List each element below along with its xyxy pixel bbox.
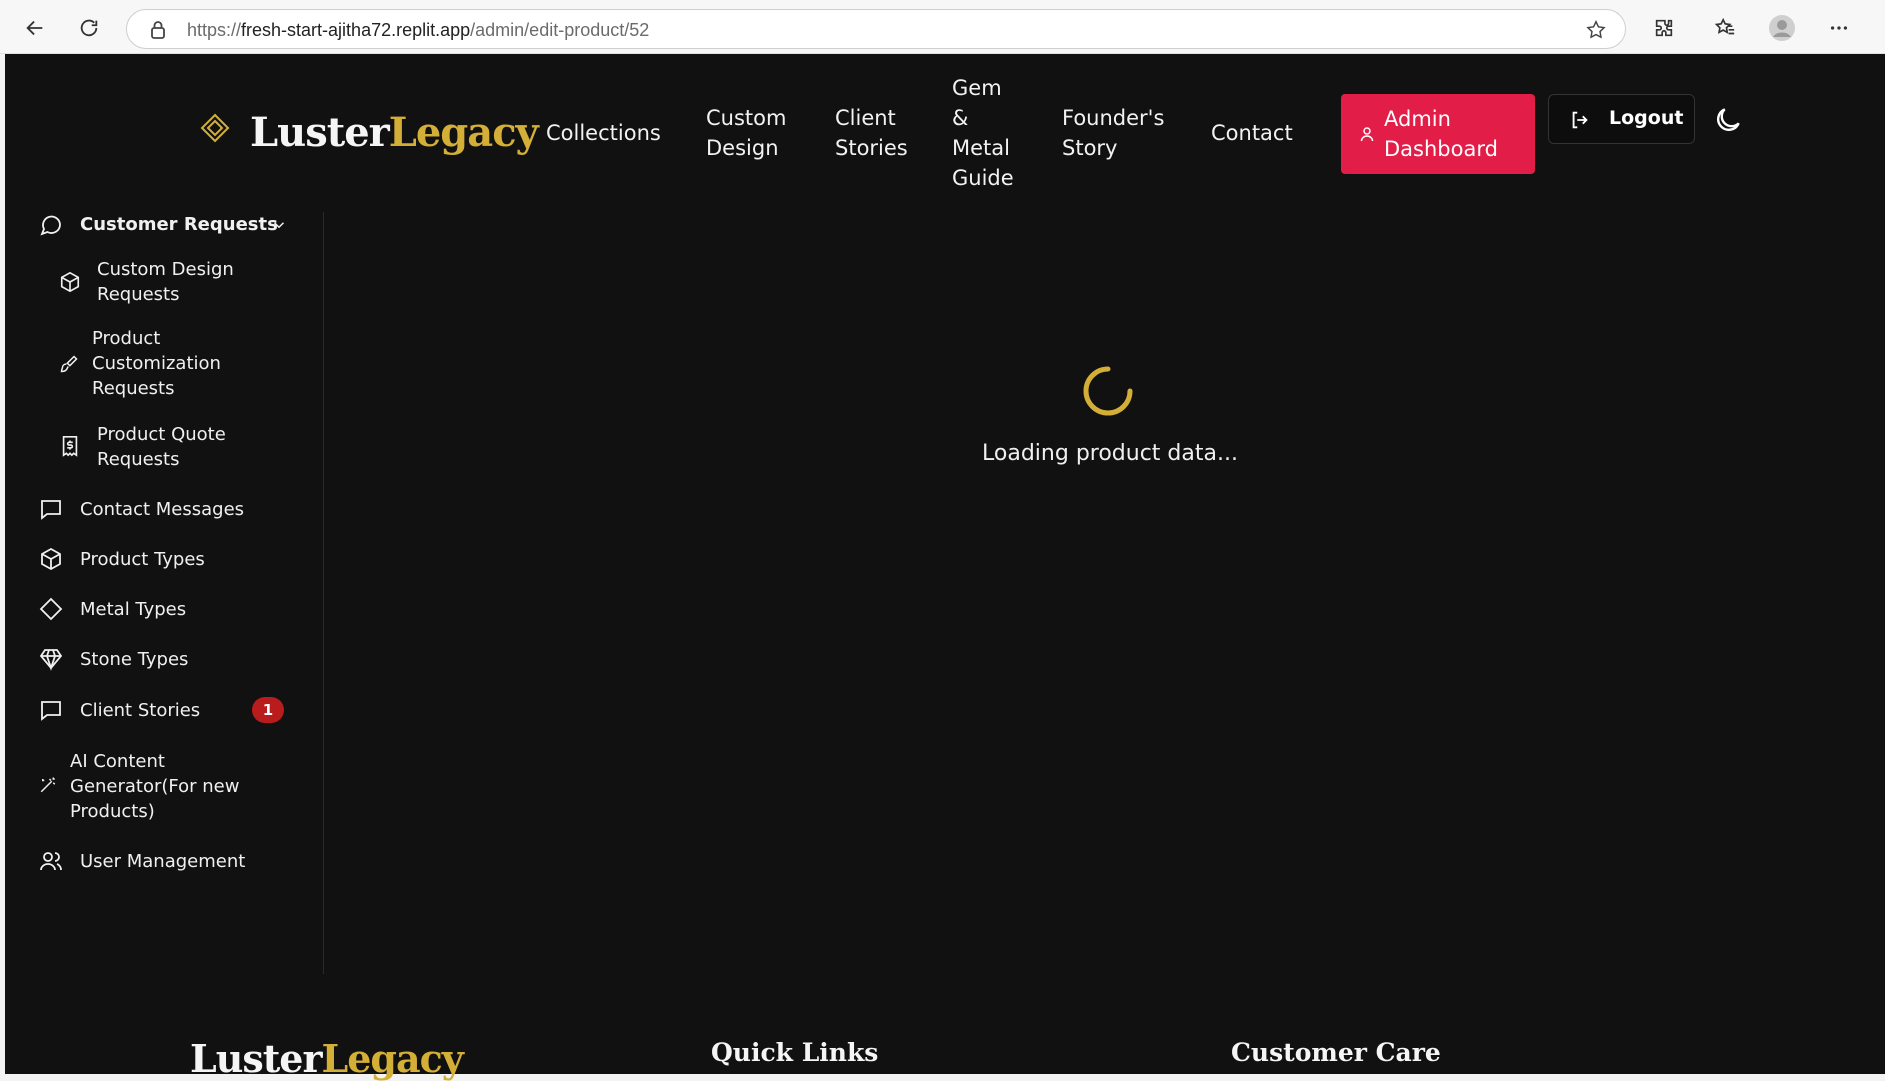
magic-wand-icon xyxy=(40,777,56,793)
package-icon xyxy=(41,547,61,571)
nav-founders-line-2: Story xyxy=(1062,136,1118,160)
diamond-icon xyxy=(39,597,63,621)
back-icon[interactable] xyxy=(18,11,52,45)
logout-label: Logout xyxy=(1609,107,1684,129)
logout-button[interactable]: Logout xyxy=(1548,94,1695,144)
gem-icon xyxy=(39,649,63,671)
sidebar-label-product-types: Product Types xyxy=(80,549,205,570)
browser-toolbar: https://fresh-start-ajitha72.replit.app/… xyxy=(0,0,1885,54)
sidebar-label-product-customization-2: Customization xyxy=(92,353,221,374)
nav-contact-label: Contact xyxy=(1211,121,1293,145)
profile-avatar[interactable] xyxy=(1765,11,1799,45)
nav-custom-design-line-2: Design xyxy=(706,136,779,160)
nav-gem-line-1: Gem xyxy=(952,76,1002,100)
sidebar-label-product-customization-3: Requests xyxy=(92,378,175,399)
nav-client-stories-line-2: Stories xyxy=(835,136,908,160)
footer-customer-care-heading: Customer Care xyxy=(1231,1038,1441,1067)
nav-gem-line-2: & xyxy=(952,106,969,130)
site-logo[interactable]: LusterLegacy xyxy=(250,109,539,156)
more-menu-icon[interactable] xyxy=(1822,11,1856,45)
nav-gem-line-4: Guide xyxy=(952,166,1014,190)
nav-founders-story[interactable]: Founder's Story xyxy=(1062,103,1164,163)
package-icon xyxy=(60,271,80,293)
nav-gem-line-3: Metal xyxy=(952,136,1010,160)
users-icon xyxy=(40,852,62,871)
admin-button-line-1: Admin xyxy=(1384,107,1451,131)
nav-client-stories-line-1: Client xyxy=(835,106,896,130)
receipt-dollar-icon xyxy=(62,436,78,457)
sidebar-label-ai-content-2: Generator(For new xyxy=(70,776,240,797)
address-bar[interactable]: https://fresh-start-ajitha72.replit.app/… xyxy=(126,9,1626,49)
sidebar-label-custom-design-2: Requests xyxy=(97,284,180,305)
footer-logo-word-1: Luster xyxy=(190,1036,322,1081)
bookmark-star-icon[interactable] xyxy=(1585,19,1607,41)
reload-icon[interactable] xyxy=(72,11,106,45)
favorites-icon[interactable] xyxy=(1708,11,1742,45)
footer-logo[interactable]: LusterLegacy xyxy=(190,1036,464,1081)
message-square-icon xyxy=(41,500,61,520)
footer-quick-links-heading: Quick Links xyxy=(711,1038,879,1067)
extensions-icon[interactable] xyxy=(1647,11,1681,45)
logout-icon xyxy=(1572,111,1588,129)
footer-logo-word-2: Legacy xyxy=(321,1036,464,1081)
url-path: /admin/edit-product/52 xyxy=(470,20,650,40)
chevron-down-icon[interactable] xyxy=(270,216,288,234)
sidebar-label-customer-requests: Customer Requests xyxy=(80,214,278,235)
sidebar-label-custom-design-1: Custom Design xyxy=(97,259,234,280)
message-square-icon xyxy=(41,701,61,721)
url-scheme: https:// xyxy=(187,20,242,40)
loading-spinner-icon xyxy=(1083,366,1133,416)
admin-dashboard-button[interactable]: Admin Dashboard xyxy=(1341,94,1535,174)
sidebar-label-client-stories: Client Stories xyxy=(80,700,201,721)
sidebar-label-stone-types: Stone Types xyxy=(80,649,189,670)
lock-icon[interactable] xyxy=(149,20,167,40)
loading-message: Loading product data... xyxy=(982,441,1238,466)
nav-contact[interactable]: Contact xyxy=(1211,118,1293,148)
sidebar-label-contact-messages: Contact Messages xyxy=(80,499,245,520)
admin-button-line-2: Dashboard xyxy=(1384,137,1498,161)
nav-custom-design[interactable]: Custom Design xyxy=(706,103,786,163)
sidebar-label-metal-types: Metal Types xyxy=(80,599,187,620)
logo-word-2: Legacy xyxy=(388,109,539,156)
nav-gem-metal-guide[interactable]: Gem & Metal Guide xyxy=(952,73,1014,193)
paintbrush-icon xyxy=(60,355,78,373)
nav-founders-line-1: Founder's xyxy=(1062,106,1165,130)
sidebar-label-user-management: User Management xyxy=(80,851,246,872)
message-circle-icon xyxy=(40,215,61,236)
nav-collections-label: Collections xyxy=(546,121,661,145)
moon-icon[interactable] xyxy=(1712,104,1744,136)
client-stories-count-badge: 1 xyxy=(252,697,284,723)
nav-custom-design-line-1: Custom xyxy=(706,106,787,130)
nav-client-stories[interactable]: Client Stories xyxy=(835,103,908,163)
sidebar-label-product-quote-1: Product Quote xyxy=(97,424,226,445)
sidebar-label-ai-content-1: AI Content xyxy=(70,751,165,772)
logo-word-1: Luster xyxy=(250,109,390,156)
user-icon xyxy=(1360,127,1374,142)
sidebar-label-product-customization-1: Product xyxy=(92,328,161,349)
diamond-logo-icon xyxy=(200,113,230,143)
sidebar-label-product-quote-2: Requests xyxy=(97,449,180,470)
sidebar-label-ai-content-3: Products) xyxy=(70,801,155,822)
url-host: fresh-start-ajitha72.replit.app xyxy=(241,20,471,40)
nav-collections[interactable]: Collections xyxy=(546,118,661,148)
url-text[interactable]: https://fresh-start-ajitha72.replit.app/… xyxy=(187,20,649,41)
